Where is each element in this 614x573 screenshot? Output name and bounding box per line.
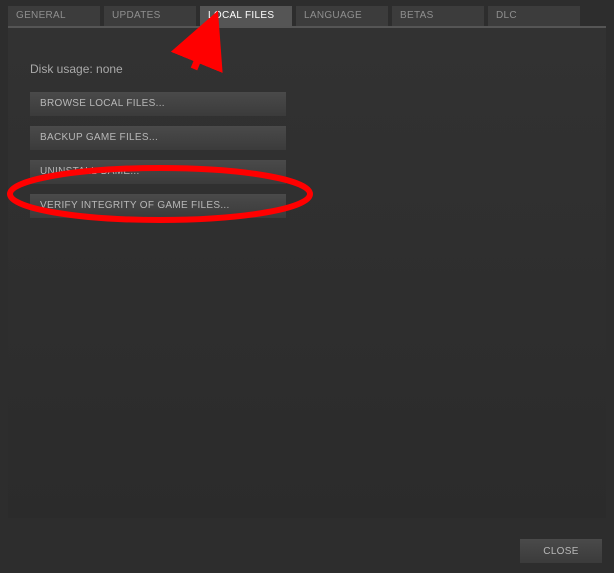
browse-local-files-button[interactable]: BROWSE LOCAL FILES... <box>30 92 286 116</box>
tab-language[interactable]: LANGUAGE <box>296 6 388 26</box>
panel-button-list: BROWSE LOCAL FILES... BACKUP GAME FILES.… <box>30 92 286 218</box>
uninstall-game-button[interactable]: UNINSTALL GAME... <box>30 160 286 184</box>
close-button[interactable]: CLOSE <box>520 539 602 563</box>
backup-game-files-button[interactable]: BACKUP GAME FILES... <box>30 126 286 150</box>
verify-integrity-button[interactable]: VERIFY INTEGRITY OF GAME FILES... <box>30 194 286 218</box>
tab-dlc[interactable]: DLC <box>488 6 580 26</box>
tab-local-files[interactable]: LOCAL FILES <box>200 6 292 26</box>
dialog-footer: CLOSE <box>520 539 602 563</box>
tab-updates[interactable]: UPDATES <box>104 6 196 26</box>
tab-bar: GENERAL UPDATES LOCAL FILES LANGUAGE BET… <box>0 0 614 26</box>
tab-general[interactable]: GENERAL <box>8 6 100 26</box>
disk-usage-label: Disk usage: none <box>30 62 584 76</box>
tab-betas[interactable]: BETAS <box>392 6 484 26</box>
panel-local-files: Disk usage: none BROWSE LOCAL FILES... B… <box>8 26 606 518</box>
